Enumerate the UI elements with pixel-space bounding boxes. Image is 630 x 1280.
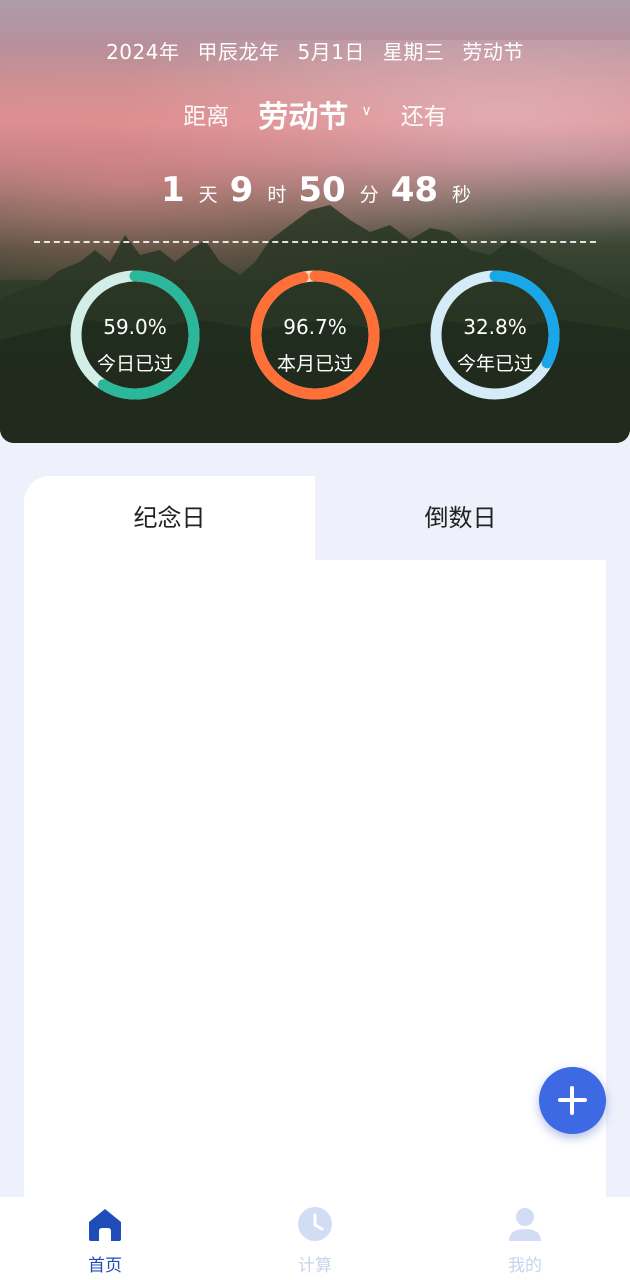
tab-anniversary[interactable]: 纪念日 — [24, 476, 315, 560]
ring-day-label: 今日已过 — [96, 353, 173, 375]
nav-item-calc-label: 计算 — [298, 1256, 332, 1276]
nav-item-home-label: 首页 — [88, 1256, 122, 1276]
countdown-minutes: 50 — [298, 170, 346, 210]
progress-ring-year: 32.8% 今年已过 — [427, 267, 563, 403]
countdown-minutes-unit: 分 — [359, 184, 379, 206]
ring-month-percent: 96.7% — [283, 315, 347, 339]
ring-year-label: 今年已过 — [456, 353, 533, 375]
nav-item-home[interactable]: 首页 — [45, 1197, 165, 1280]
bottom-nav: 首页 计算 我的 — [0, 1197, 630, 1280]
user-icon — [509, 1208, 541, 1241]
nav-item-mine-label: 我的 — [508, 1256, 542, 1276]
date-line: 2024年 甲辰龙年 5月1日 星期三 劳动节 — [0, 36, 630, 65]
target-suffix: 还有 — [400, 104, 447, 130]
ring-day-percent: 59.0% — [103, 315, 167, 339]
target-prefix: 距离 — [183, 104, 230, 130]
lunar-year-text: 甲辰龙年 — [197, 40, 280, 64]
countdown-hours-unit: 时 — [267, 184, 287, 206]
nav-item-mine[interactable]: 我的 — [465, 1197, 585, 1280]
countdown-seconds: 48 — [390, 170, 439, 210]
event-list-card — [24, 476, 606, 1276]
add-event-button[interactable] — [539, 1067, 606, 1134]
date-text: 5月1日 — [297, 40, 365, 64]
target-name[interactable]: 劳动节 — [258, 100, 348, 135]
progress-ring-month: 96.7% 本月已过 — [247, 267, 383, 403]
ring-month-label: 本月已过 — [276, 353, 353, 375]
home-icon — [89, 1209, 121, 1241]
tab-countdown-days[interactable]: 倒数日 — [315, 476, 606, 560]
chevron-down-icon[interactable]: ∨ — [361, 103, 371, 119]
countdown-days: 1 — [160, 170, 185, 210]
divider — [34, 241, 596, 243]
clock-icon — [298, 1207, 332, 1241]
countdown-days-unit: 天 — [198, 184, 218, 206]
nav-item-calc[interactable]: 计算 — [255, 1197, 375, 1280]
target-selector[interactable]: 距离 劳动节 ∨ 还有 — [0, 92, 630, 136]
year-text: 2024年 — [106, 40, 180, 64]
ring-year-percent: 32.8% — [463, 315, 527, 339]
weekday-text: 星期三 — [382, 40, 445, 64]
countdown-seconds-unit: 秒 — [452, 184, 472, 206]
progress-ring-day: 59.0% 今日已过 — [67, 267, 203, 403]
festival-text: 劳动节 — [462, 40, 524, 64]
countdown-hours: 9 — [229, 170, 254, 210]
countdown: 1 天 9 时 50 分 48 秒 — [0, 170, 630, 210]
